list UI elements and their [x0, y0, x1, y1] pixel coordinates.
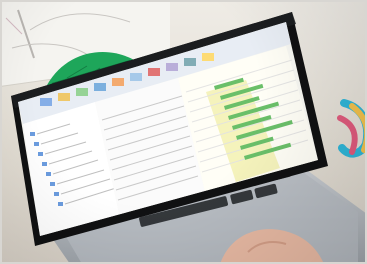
- photo-scene: [0, 0, 367, 264]
- vignette: [0, 0, 367, 264]
